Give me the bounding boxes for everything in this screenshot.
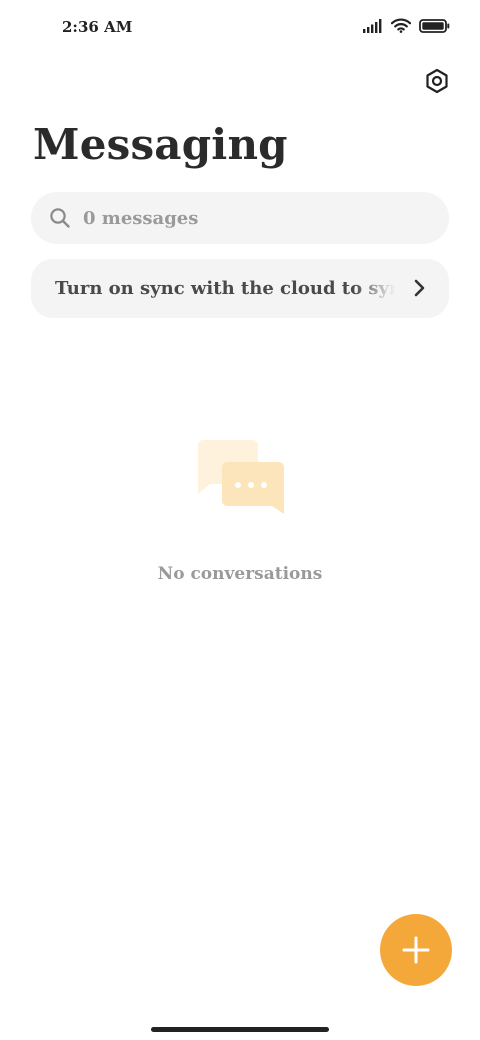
- search-bar[interactable]: [31, 192, 449, 244]
- search-icon: [50, 208, 70, 228]
- wifi-icon: [391, 18, 411, 33]
- sync-banner-text: Turn on sync with the cloud to sync mess…: [55, 278, 395, 299]
- new-message-button[interactable]: [380, 914, 452, 986]
- plus-icon: [402, 936, 430, 964]
- empty-state-text: No conversations: [157, 564, 323, 584]
- status-icons: [363, 18, 450, 33]
- search-input[interactable]: [83, 207, 403, 229]
- page-title: Messaging: [33, 120, 288, 169]
- battery-icon: [419, 18, 450, 33]
- status-bar: 2:36 AM: [0, 0, 480, 56]
- signal-icon: [363, 18, 382, 33]
- messaging-screen: 2:36 AM Messaging 0 messages Turn on syn…: [0, 0, 480, 1040]
- status-time: 2:36 AM: [62, 18, 133, 36]
- chat-bubbles-icon: [198, 440, 284, 514]
- gear-icon: [426, 68, 448, 94]
- settings-button[interactable]: [420, 64, 454, 98]
- sync-banner[interactable]: Turn on sync with the cloud to sync mess…: [31, 259, 449, 318]
- home-indicator[interactable]: [151, 1027, 329, 1032]
- chevron-right-icon: [414, 279, 425, 297]
